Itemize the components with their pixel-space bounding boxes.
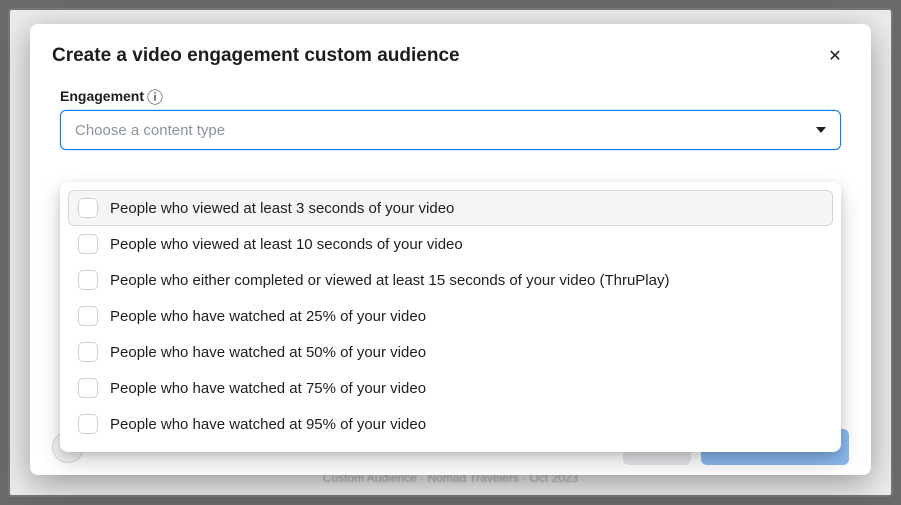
modal-create-audience: Create a video engagement custom audienc… (30, 24, 871, 475)
engagement-option[interactable]: People who have watched at 95% of your v… (68, 406, 833, 442)
engagement-option[interactable]: People who have watched at 75% of your v… (68, 370, 833, 406)
info-icon[interactable]: ⓘ (148, 89, 162, 103)
engagement-section: Engagement ⓘ Choose a content type (30, 78, 871, 150)
checkbox-icon (78, 234, 98, 254)
close-button[interactable]: ✕ (821, 42, 849, 70)
option-label: People who have watched at 95% of your v… (110, 416, 426, 433)
checkbox-icon (78, 306, 98, 326)
option-label: People who viewed at least 10 seconds of… (110, 236, 463, 253)
modal-title: Create a video engagement custom audienc… (52, 45, 460, 67)
engagement-option[interactable]: People who viewed at least 10 seconds of… (68, 226, 833, 262)
field-label: Engagement (60, 88, 144, 104)
option-label: People who either completed or viewed at… (110, 272, 669, 289)
close-icon: ✕ (828, 46, 841, 66)
field-label-row: Engagement ⓘ (60, 88, 841, 104)
content-type-select[interactable]: Choose a content type (60, 110, 841, 150)
option-label: People who have watched at 25% of your v… (110, 308, 426, 325)
engagement-option[interactable]: People who have watched at 25% of your v… (68, 298, 833, 334)
options-dropdown: People who viewed at least 3 seconds of … (60, 182, 841, 452)
engagement-option[interactable]: People who have watched at 50% of your v… (68, 334, 833, 370)
checkbox-icon (78, 342, 98, 362)
checkbox-icon (78, 414, 98, 434)
engagement-option[interactable]: People who viewed at least 3 seconds of … (68, 190, 833, 226)
select-placeholder: Choose a content type (75, 122, 225, 139)
option-label: People who viewed at least 3 seconds of … (110, 200, 454, 217)
checkbox-icon (78, 198, 98, 218)
checkbox-icon (78, 270, 98, 290)
checkbox-icon (78, 378, 98, 398)
option-label: People who have watched at 75% of your v… (110, 380, 426, 397)
chevron-down-icon (816, 127, 826, 133)
modal-header: Create a video engagement custom audienc… (30, 24, 871, 78)
option-label: People who have watched at 50% of your v… (110, 344, 426, 361)
engagement-option[interactable]: People who either completed or viewed at… (68, 262, 833, 298)
